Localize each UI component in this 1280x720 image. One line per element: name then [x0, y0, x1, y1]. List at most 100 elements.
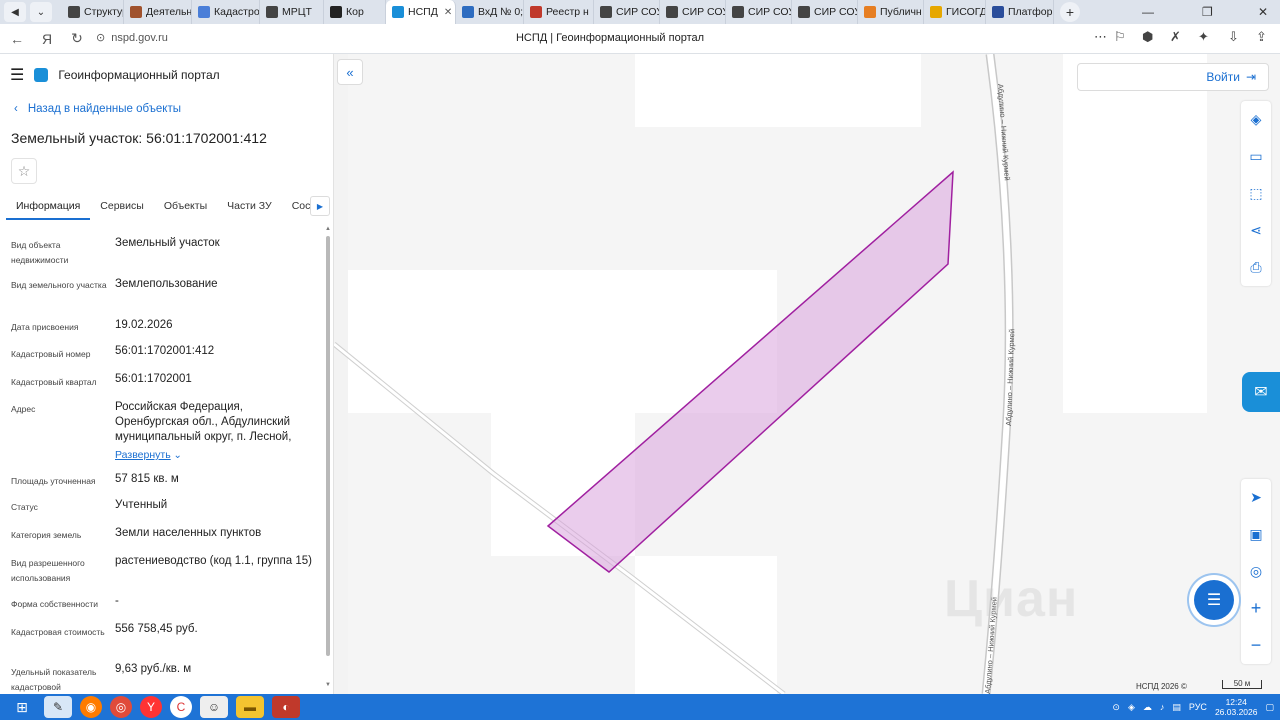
layers-icon[interactable]: ◈: [1241, 101, 1271, 138]
scroll-thumb[interactable]: [326, 236, 330, 656]
tab-favicon-icon: [462, 6, 474, 18]
browser-tab[interactable]: Публичн: [858, 0, 924, 24]
app-icon[interactable]: ☺: [200, 696, 228, 718]
ruler-icon[interactable]: ▭: [1241, 138, 1271, 175]
app-icon[interactable]: ✎: [44, 696, 72, 718]
browser-tab[interactable]: СИР СОУ: [792, 0, 858, 24]
property-label: Адрес: [11, 404, 36, 414]
chat-bubble-icon[interactable]: ☰: [1194, 580, 1234, 620]
chrome-icon[interactable]: ◎: [110, 696, 132, 718]
property-label: Удельный показатель кадастровой: [11, 667, 97, 692]
notifications-icon[interactable]: ▢: [1265, 702, 1274, 713]
share-icon[interactable]: ⋖: [1241, 212, 1271, 249]
location-icon[interactable]: ◎: [1241, 553, 1271, 590]
tab-favicon-icon: [530, 6, 542, 18]
firefox-icon[interactable]: ◉: [80, 696, 102, 718]
browser-tab[interactable]: ВхД № 0;: [456, 0, 524, 24]
yandex-browser-icon[interactable]: Y: [140, 696, 162, 718]
minimap-icon[interactable]: ▣: [1241, 516, 1271, 553]
folder-icon[interactable]: ▬: [236, 696, 264, 718]
favorite-star-icon[interactable]: ☆: [11, 158, 37, 184]
close-window-icon[interactable]: ✕: [1258, 0, 1268, 24]
tabs-scroll-right-icon[interactable]: ▶: [310, 196, 330, 216]
browser-tab[interactable]: СИР СОУ: [594, 0, 660, 24]
browser-tab[interactable]: НСПД ✕: [386, 0, 456, 24]
panel-tabs: Информация Сервисы Объекты Части ЗУ Сост…: [0, 192, 333, 220]
tab-favicon-icon: [992, 6, 1004, 18]
property-label: Статус: [11, 502, 38, 512]
page-title: НСПД | Геоинформационный портал: [515, 32, 705, 44]
navigate-icon[interactable]: ➤: [1241, 479, 1271, 516]
back-to-results-link[interactable]: ‹ Назад в найденные объекты: [14, 103, 181, 115]
map-canvas: Абдулино – Нижний Курмей Абдулино – Нижн…: [334, 54, 1207, 694]
browser-tab[interactable]: Платфор: [986, 0, 1054, 24]
panel-scrollbar[interactable]: ▲ ▼: [325, 226, 331, 690]
tab-favicon-icon: [666, 6, 678, 18]
browser-tab[interactable]: ГИСОГД: [924, 0, 986, 24]
browser-tab[interactable]: СИР СОУ: [726, 0, 792, 24]
property-value: -: [115, 595, 119, 607]
property-label: Кадастровый номер: [11, 349, 91, 359]
map-block: [635, 54, 921, 127]
browser-tab[interactable]: СИР СОУ: [660, 0, 726, 24]
select-area-icon[interactable]: ⬚: [1241, 175, 1271, 212]
browser-icon[interactable]: C: [170, 696, 192, 718]
address-bar: ← Я ↻ ⊙ nspd.gov.ru НСПД | Геоинформацио…: [0, 24, 1280, 54]
language-indicator[interactable]: РУС: [1189, 702, 1207, 712]
browser-tab[interactable]: Кадастро: [192, 0, 260, 24]
tab-services[interactable]: Сервисы: [90, 192, 154, 220]
property-value: 19.02.2026: [115, 319, 173, 331]
maximize-icon[interactable]: ❐: [1202, 0, 1213, 24]
network-icon[interactable]: ▤: [1172, 702, 1181, 713]
login-button[interactable]: Войти ⇥: [1077, 63, 1269, 91]
cloud-icon[interactable]: ☁: [1143, 702, 1152, 713]
tab-favicon-icon: [266, 6, 278, 18]
tab-info[interactable]: Информация: [6, 192, 91, 220]
property-value: Учтенный: [115, 499, 168, 511]
browser-tab[interactable]: Кор: [324, 0, 386, 24]
browser-tab[interactable]: Реестр н: [524, 0, 594, 24]
tab-favicon-icon: [798, 6, 810, 18]
tray-icon[interactable]: ⊙: [1112, 702, 1120, 713]
downloads-icon[interactable]: ⇩: [1228, 29, 1239, 45]
expand-address-link[interactable]: Развернуть ⌄: [115, 445, 182, 463]
tab-objects[interactable]: Объекты: [154, 192, 217, 220]
collapse-panel-button[interactable]: «: [337, 59, 363, 85]
tray-icon[interactable]: ◈: [1128, 702, 1135, 713]
tab-parts[interactable]: Части ЗУ: [217, 192, 282, 220]
puzzle-icon[interactable]: ✦: [1198, 29, 1209, 45]
chevron-left-icon: ‹: [14, 103, 18, 115]
browser-tab[interactable]: МРЦТ: [260, 0, 324, 24]
clock[interactable]: 12:24 26.03.2026: [1215, 697, 1258, 717]
tools-icon[interactable]: ✗: [1170, 29, 1181, 45]
map-tools-bottom: ➤ ▣ ◎ + −: [1241, 479, 1271, 664]
property-value: растениеводство (код 1.1, группа 15): [115, 555, 312, 567]
menu-icon[interactable]: ☰: [10, 65, 24, 85]
browser-tab[interactable]: Деятельн: [124, 0, 192, 24]
share-page-icon[interactable]: ⇪: [1256, 29, 1267, 45]
map-view[interactable]: Абдулино – Нижний Курмей Абдулино – Нижн…: [334, 54, 1280, 694]
scroll-down-icon[interactable]: ▼: [325, 682, 331, 688]
scroll-up-icon[interactable]: ▲: [325, 226, 331, 232]
property-label: Вид разрешенного использования: [11, 558, 85, 583]
print-icon[interactable]: ⎙: [1241, 249, 1271, 286]
speaker-icon[interactable]: ♪: [1160, 702, 1165, 712]
scale-bar: 50 м: [1222, 680, 1262, 689]
new-tab-button[interactable]: +: [1060, 2, 1080, 22]
chevron-down-icon: ⌄: [170, 450, 182, 461]
app-icon[interactable]: ◐: [272, 696, 300, 718]
extension-icon[interactable]: ⬢: [1142, 29, 1153, 45]
zoom-out-icon[interactable]: −: [1241, 627, 1271, 664]
windows-taskbar: ⊞ ✎ ◉ ◎ Y C ☺ ▬ ◐ ⊙ ◈ ☁ ♪ ▤ РУС 12:24 26…: [0, 694, 1280, 720]
bookmark-icon[interactable]: ⚐: [1114, 29, 1126, 45]
zoom-in-icon[interactable]: +: [1241, 590, 1271, 627]
sidebar-toggle-icon[interactable]: ◀: [4, 2, 26, 22]
minimize-icon[interactable]: —: [1142, 0, 1154, 24]
browser-tab[interactable]: Структур: [62, 0, 124, 24]
more-icon[interactable]: ⋯: [1094, 29, 1107, 45]
close-tab-icon[interactable]: ✕: [444, 7, 452, 18]
feedback-icon[interactable]: ✉: [1242, 372, 1280, 412]
start-icon[interactable]: ⊞: [8, 696, 36, 718]
copyright-text: НСПД 2026 ©: [1136, 682, 1187, 691]
tabs-menu-icon[interactable]: ⌄: [30, 2, 52, 22]
